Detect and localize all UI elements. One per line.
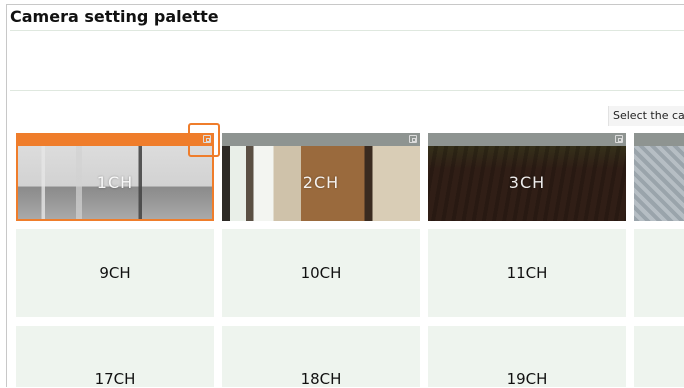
tile-label: 3CH [508,173,546,192]
tile-label: 1CH [96,173,134,192]
channel-cell-10[interactable]: 10CH [222,229,420,317]
tile-header [428,133,626,146]
expand-icon[interactable] [615,135,623,143]
tile-header [16,133,214,146]
toolbar-divider [10,90,684,91]
tile-label: 2CH [302,173,340,192]
channel-tile-3[interactable]: 3CH [428,133,626,221]
cell-label: 17CH [94,370,136,388]
cell-label: 9CH [99,264,131,282]
cell-label: 11CH [506,264,548,282]
tile-header [222,133,420,146]
instruction-text: Select the ca [608,106,684,126]
channel-cell-12-partial[interactable] [634,229,684,317]
channel-tile-2[interactable]: 2CH [222,133,420,221]
channel-cell-11[interactable]: 11CH [428,229,626,317]
channel-tile-1[interactable]: 1CH [16,133,214,221]
expand-icon[interactable] [409,135,417,143]
expand-highlight-box [188,123,220,157]
cell-label: 10CH [300,264,342,282]
channel-cell-17[interactable]: 17CH [16,326,214,388]
channel-cell-9[interactable]: 9CH [16,229,214,317]
channel-cell-19[interactable]: 19CH [428,326,626,388]
panel-border-top [6,4,684,5]
camera-preview-4 [634,146,684,221]
title-divider [10,30,684,31]
tile-header [634,133,684,146]
panel-border-left [6,4,7,387]
channel-cell-20-partial[interactable] [634,326,684,387]
channel-tile-4-partial[interactable] [634,133,684,221]
palette-title: Camera setting palette [10,7,219,26]
channel-cell-18[interactable]: 18CH [222,326,420,388]
camera-setting-palette: Camera setting palette Select the ca 1CH… [0,0,684,388]
cell-label: 19CH [506,370,548,388]
cell-label: 18CH [300,370,342,388]
